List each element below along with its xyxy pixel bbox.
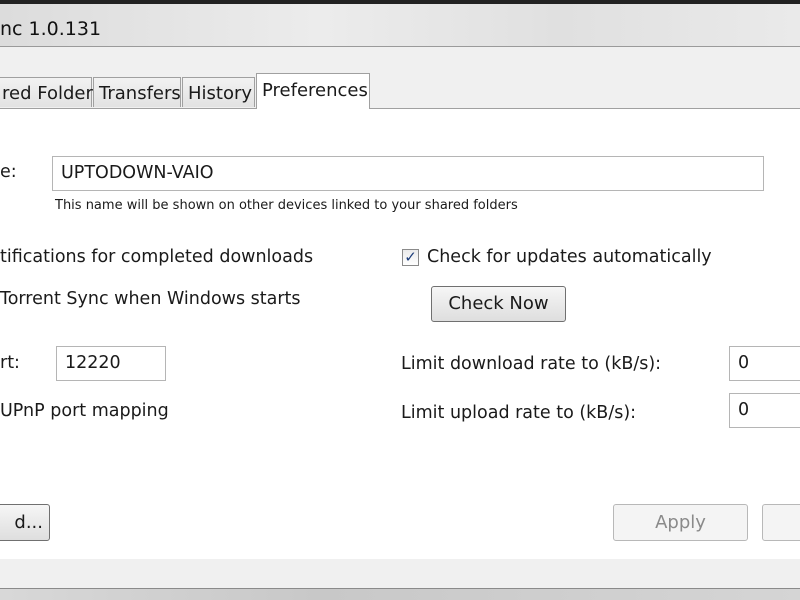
check-now-button[interactable]: Check Now bbox=[431, 286, 566, 322]
check-icon: ✓ bbox=[404, 248, 417, 266]
device-name-input[interactable]: UPTODOWN-VAIO bbox=[52, 156, 764, 191]
download-limit-input[interactable]: 0 bbox=[729, 346, 800, 381]
check-updates-label[interactable]: Check for updates automatically bbox=[427, 247, 712, 267]
apply-button[interactable]: Apply bbox=[613, 504, 748, 541]
upload-limit-label: Limit upload rate to (kB/s): bbox=[401, 403, 637, 423]
port-input[interactable]: 12220 bbox=[56, 346, 166, 381]
device-name-hint: This name will be shown on other devices… bbox=[55, 198, 518, 213]
upnp-label[interactable]: UPnP port mapping bbox=[0, 401, 169, 421]
notifications-label[interactable]: tifications for completed downloads bbox=[0, 247, 313, 267]
download-limit-label: Limit download rate to (kB/s): bbox=[401, 354, 662, 374]
status-bar bbox=[0, 559, 800, 589]
window-bottom-edge bbox=[0, 589, 800, 600]
advanced-button[interactable]: d... bbox=[0, 504, 50, 541]
title-bar: nc 1.0.131 bbox=[0, 4, 800, 47]
device-name-label: e: bbox=[0, 162, 17, 182]
upload-limit-input[interactable]: 0 bbox=[729, 393, 800, 428]
window-title: nc 1.0.131 bbox=[0, 18, 102, 40]
tab-preferences[interactable]: Preferences bbox=[256, 73, 370, 109]
startup-label[interactable]: Torrent Sync when Windows starts bbox=[0, 289, 301, 309]
tab-transfers[interactable]: Transfers bbox=[93, 77, 181, 107]
check-updates-checkbox[interactable]: ✓ bbox=[402, 249, 419, 266]
tab-shared-folders[interactable]: red Folders bbox=[0, 77, 102, 107]
cancel-button[interactable] bbox=[762, 504, 800, 541]
tab-history[interactable]: History bbox=[182, 77, 255, 107]
port-label: rt: bbox=[0, 353, 20, 373]
